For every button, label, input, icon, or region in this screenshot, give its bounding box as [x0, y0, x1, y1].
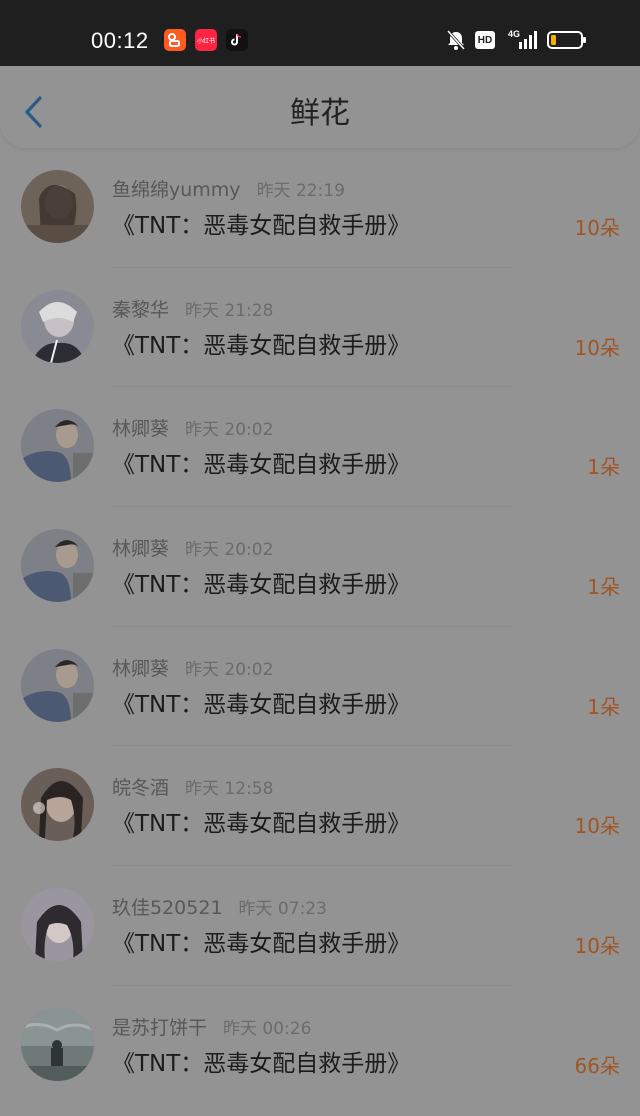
sent-time: 昨天 12:58	[185, 779, 274, 800]
sent-time: 昨天 20:02	[185, 540, 274, 561]
sender-name[interactable]: 皖冬酒	[112, 777, 169, 799]
kuaishou-icon	[164, 29, 186, 51]
sender-name[interactable]: 林卿葵	[112, 418, 169, 440]
flower-count: 1朵	[587, 575, 620, 600]
avatar[interactable]	[21, 529, 94, 603]
hd-icon: HD	[475, 31, 495, 49]
avatar[interactable]	[21, 768, 94, 842]
avatar[interactable]	[21, 289, 94, 363]
sent-time: 昨天 20:02	[185, 659, 274, 680]
flower-list: 鱼绵绵yummy 昨天 22:19 《TNT：恶毒女配自救手册》 10朵 秦黎华昨…	[0, 148, 640, 1106]
sender-name[interactable]: 是苏打饼干	[112, 1017, 207, 1039]
list-item[interactable]: 玖佳520521 昨天 07:23 《TNT：恶毒女配自救手册》 10朵	[0, 866, 640, 986]
list-item[interactable]: 是苏打饼干 昨天 00:26 《TNT：恶毒女配自救手册》 66朵	[0, 986, 640, 1106]
book-title[interactable]: 《TNT：恶毒女配自救手册》	[112, 331, 410, 361]
avatar[interactable]	[21, 409, 94, 483]
flower-count: 1朵	[587, 694, 620, 719]
sent-time: 昨天 22:19	[256, 181, 345, 201]
sender-name[interactable]: 鱼绵绵yummy	[112, 179, 241, 201]
book-title[interactable]: 《TNT：恶毒女配自救手册》	[112, 570, 410, 600]
flower-count: 10朵	[574, 814, 620, 839]
list-item[interactable]: 林卿葵 昨天 20:02 《TNT：恶毒女配自救手册》 1朵	[0, 627, 640, 747]
list-item[interactable]: 林卿葵 昨天 20:02 《TNT：恶毒女配自救手册》 1朵	[0, 387, 640, 508]
sent-time: 昨天 21:28	[185, 300, 274, 321]
book-title[interactable]: 《TNT：恶毒女配自救手册》	[112, 211, 410, 241]
book-title[interactable]: 《TNT：恶毒女配自救手册》	[112, 450, 410, 480]
flower-count: 10朵	[574, 335, 620, 360]
mute-bell-icon	[446, 29, 466, 51]
sender-name[interactable]: 秦黎华	[112, 299, 169, 321]
book-title[interactable]: 《TNT：恶毒女配自救手册》	[112, 809, 410, 839]
sent-time: 昨天 07:23	[238, 899, 327, 920]
avatar[interactable]	[21, 1007, 94, 1081]
status-bar: 00:12 小红书 HD 4G	[0, 0, 640, 66]
book-title[interactable]: 《TNT：恶毒女配自救手册》	[112, 1049, 410, 1079]
sender-name[interactable]: 林卿葵	[112, 658, 169, 680]
battery-icon	[547, 29, 587, 51]
book-title[interactable]: 《TNT：恶毒女配自救手册》	[112, 929, 410, 959]
book-title[interactable]: 《TNT：恶毒女配自救手册》	[112, 690, 410, 720]
navigation-bar: 鲜花	[0, 66, 640, 148]
list-item[interactable]: 皖冬酒 昨天 12:58 《TNT：恶毒女配自救手册》 10朵	[0, 746, 640, 867]
status-time: 00:12	[91, 28, 149, 53]
flower-count: 1朵	[587, 455, 620, 480]
sent-time: 昨天 20:02	[185, 420, 274, 441]
list-item[interactable]: 鱼绵绵yummy 昨天 22:19 《TNT：恶毒女配自救手册》 10朵	[0, 148, 640, 268]
flower-count: 10朵	[574, 216, 620, 240]
svg-text:4G: 4G	[508, 29, 520, 39]
signal-4g-icon: 4G	[501, 29, 541, 51]
sender-name[interactable]: 林卿葵	[112, 538, 169, 560]
douyin-icon	[226, 29, 248, 51]
flower-count: 66朵	[574, 1053, 620, 1078]
list-item[interactable]: 林卿葵 昨天 20:02 《TNT：恶毒女配自救手册》 1朵	[0, 507, 640, 627]
xiaohongshu-icon: 小红书	[195, 29, 217, 51]
flower-count: 10朵	[574, 934, 620, 959]
avatar[interactable]	[21, 888, 94, 962]
page-title: 鲜花	[290, 96, 350, 131]
sent-time: 昨天 00:26	[223, 1018, 312, 1039]
avatar[interactable]	[21, 170, 94, 243]
list-item[interactable]: 秦黎华 昨天 21:28 《TNT：恶毒女配自救手册》 10朵	[0, 268, 640, 388]
sender-name[interactable]: 玖佳520521	[112, 897, 223, 919]
avatar[interactable]	[21, 648, 94, 722]
